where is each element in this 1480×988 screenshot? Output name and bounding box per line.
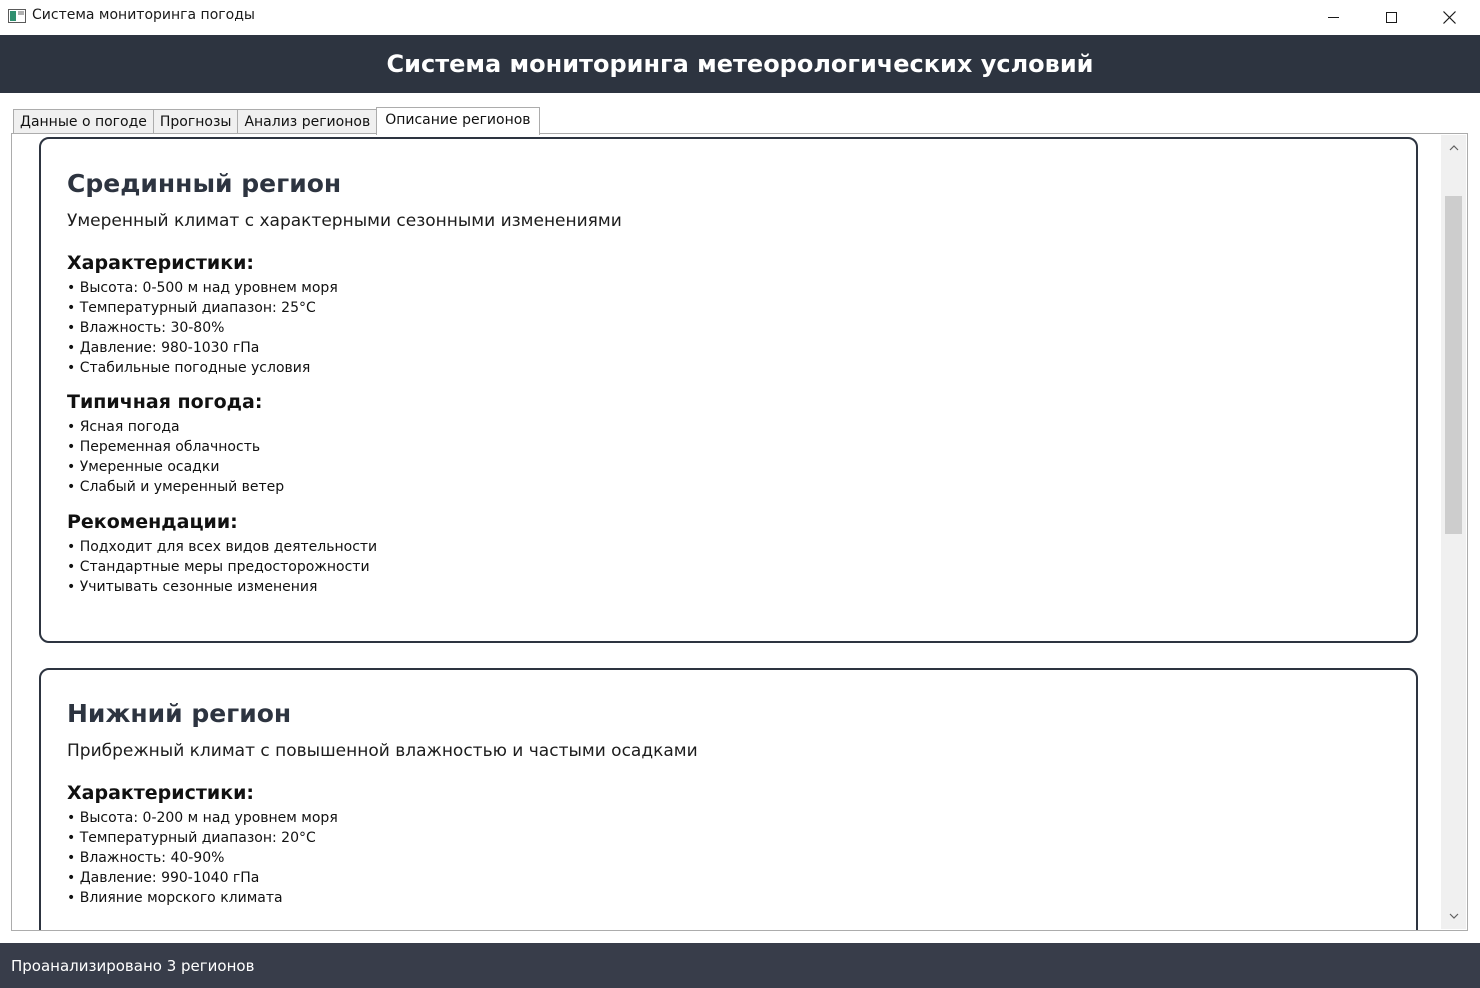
scroll-down-button[interactable] [1441,906,1466,926]
list-item: • Слабый и умеренный ветер [67,479,285,495]
recommendations-heading: Рекомендации: [67,511,238,533]
maximize-icon [1385,11,1397,23]
list-item: • Высота: 0-200 м над уровнем моря [67,810,338,826]
page-title: Система мониторинга метеорологических ус… [386,50,1094,78]
close-icon [1442,10,1456,24]
region-title: Нижний регион [67,699,292,728]
scroll-up-button[interactable] [1441,138,1466,158]
region-description: Умеренный климат с характерными сезонным… [67,211,622,231]
list-item: • Температурный диапазон: 25°C [67,300,316,316]
list-item: • Давление: 980-1030 гПа [67,340,260,356]
characteristics-heading: Характеристики: [67,782,254,804]
scroll-thumb[interactable] [1445,196,1462,534]
app-icon [8,9,26,23]
chevron-up-icon [1449,145,1458,151]
chevron-down-icon [1449,913,1458,919]
weather-heading: Типичная погода: [67,391,263,413]
minimize-button[interactable] [1304,0,1362,34]
list-item: • Учитывать сезонные изменения [67,579,318,595]
content-bottom-edge [11,930,1468,943]
list-item: • Ясная погода [67,419,180,435]
list-item: • Температурный диапазон: 20°C [67,830,316,846]
list-item: • Умеренные осадки [67,459,220,475]
region-card: Срединный регион Умеренный климат с хара… [39,137,1418,643]
app-header: Система мониторинга метеорологических ус… [0,35,1480,93]
tab-weather-data[interactable]: Данные о погоде [13,109,154,134]
characteristics-list: • Высота: 0-500 м над уровнем моря • Тем… [67,278,1390,378]
region-description: Прибрежный климат с повышенной влажность… [67,741,698,761]
characteristics-heading: Характеристики: [67,252,254,274]
minimize-icon [1327,16,1339,18]
list-item: • Давление: 990-1040 гПа [67,870,260,886]
tab-forecasts[interactable]: Прогнозы [152,109,239,134]
tab-region-analysis[interactable]: Анализ регионов [237,109,378,134]
tab-region-descriptions[interactable]: Описание регионов [376,107,540,135]
status-text: Проанализировано 3 регионов [11,956,255,975]
region-title: Срединный регион [67,169,342,198]
close-button[interactable] [1420,0,1478,34]
list-item: • Стабильные погодные условия [67,360,311,376]
list-item: • Стандартные меры предосторожности [67,559,370,575]
window-titlebar: Система мониторинга погоды [0,0,1480,34]
characteristics-list: • Высота: 0-200 м над уровнем моря • Тем… [67,808,1390,908]
list-item: • Влажность: 30-80% [67,320,225,336]
list-item: • Подходит для всех видов деятельности [67,539,378,555]
list-item: • Влажность: 40-90% [67,850,225,866]
tab-strip: Данные о погоде Прогнозы Анализ регионов… [13,107,540,135]
vertical-scrollbar[interactable] [1441,135,1466,929]
recommendations-list: • Подходит для всех видов деятельности •… [67,537,1390,597]
list-item: • Влияние морского климата [67,890,283,906]
list-item: • Переменная облачность [67,439,261,455]
window-title: Система мониторинга погоды [32,7,255,23]
weather-list: • Ясная погода • Переменная облачность •… [67,417,1390,497]
status-bar: Проанализировано 3 регионов [0,943,1480,988]
region-card: Нижний регион Прибрежный климат с повыше… [39,668,1418,968]
maximize-button[interactable] [1362,0,1420,34]
list-item: • Высота: 0-500 м над уровнем моря [67,280,338,296]
